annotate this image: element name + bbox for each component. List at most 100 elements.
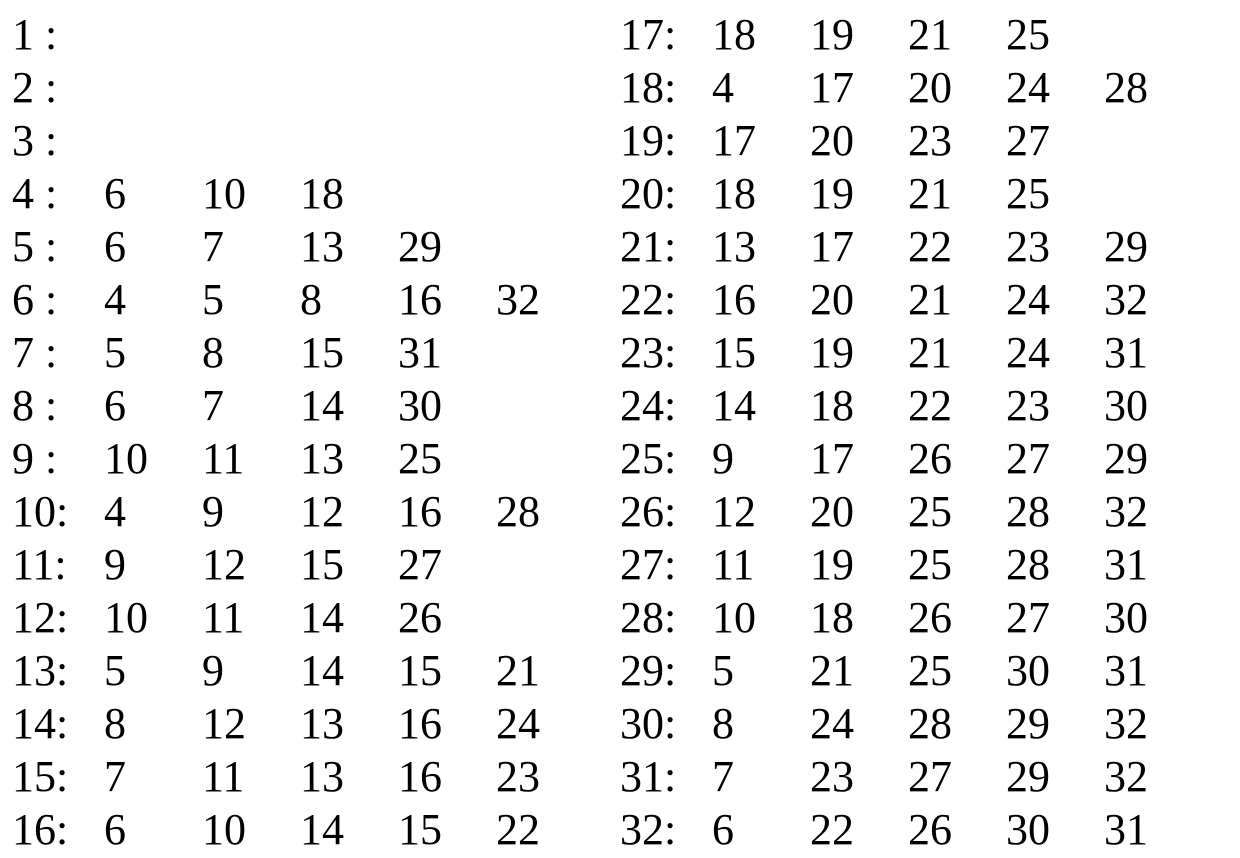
cell: 7: [202, 220, 300, 273]
row-label: 23:: [620, 326, 712, 379]
cell: 23: [496, 750, 594, 803]
cell: 12: [202, 538, 300, 591]
cell: 26: [908, 803, 1006, 856]
row-label: 7 :: [12, 326, 104, 379]
cell: 30: [1104, 591, 1202, 644]
cell: 7: [712, 750, 810, 803]
cell: 30: [1006, 803, 1104, 856]
cell: 25: [1006, 8, 1104, 61]
row-label: 12:: [12, 591, 104, 644]
table-row: 17: 18 19 21 25: [620, 8, 1228, 61]
cell: 17: [810, 220, 908, 273]
row-label: 20:: [620, 167, 712, 220]
cell: 6: [104, 167, 202, 220]
row-values: 17 20 23 27: [712, 114, 1104, 167]
row-label: 16:: [12, 803, 104, 856]
cell: 11: [202, 591, 300, 644]
row-values: 6 7 14 30: [104, 379, 496, 432]
cell: 30: [398, 379, 496, 432]
row-values: 6 22 26 30 31: [712, 803, 1202, 856]
cell: 28: [1104, 61, 1202, 114]
row-label: 30:: [620, 697, 712, 750]
table-row: 28: 10 18 26 27 30: [620, 591, 1228, 644]
cell: 5: [712, 644, 810, 697]
row-values: 11 19 25 28 31: [712, 538, 1202, 591]
row-values: 8 24 28 29 32: [712, 697, 1202, 750]
table-row: 24: 14 18 22 23 30: [620, 379, 1228, 432]
cell: 31: [1104, 644, 1202, 697]
table-row: 7 : 5 8 15 31: [12, 326, 620, 379]
cell: 30: [1006, 644, 1104, 697]
cell: 19: [810, 8, 908, 61]
cell: 9: [104, 538, 202, 591]
row-label: 26:: [620, 485, 712, 538]
cell: 21: [908, 273, 1006, 326]
cell: 24: [496, 697, 594, 750]
row-values: 10 18 26 27 30: [712, 591, 1202, 644]
cell: 19: [810, 538, 908, 591]
cell: 15: [712, 326, 810, 379]
row-values: 12 20 25 28 32: [712, 485, 1202, 538]
row-label: 25:: [620, 432, 712, 485]
cell: 16: [712, 273, 810, 326]
data-table-container: 1 : 2 : 3 : 4 : 6 10 18 5 : 6 7 13 29: [12, 8, 1228, 856]
cell: 6: [712, 803, 810, 856]
row-values: 14 18 22 23 30: [712, 379, 1202, 432]
cell: 8: [202, 326, 300, 379]
cell: 32: [1104, 485, 1202, 538]
cell: 14: [712, 379, 810, 432]
cell: 26: [398, 591, 496, 644]
cell: 25: [1006, 167, 1104, 220]
table-row: 26: 12 20 25 28 32: [620, 485, 1228, 538]
row-label: 11:: [12, 538, 104, 591]
table-row: 8 : 6 7 14 30: [12, 379, 620, 432]
table-row: 31: 7 23 27 29 32: [620, 750, 1228, 803]
cell: 25: [398, 432, 496, 485]
cell: 13: [300, 220, 398, 273]
row-label: 3 :: [12, 114, 104, 167]
cell: 31: [1104, 538, 1202, 591]
row-values: 6 10 14 15 22: [104, 803, 594, 856]
cell: 17: [810, 61, 908, 114]
cell: 28: [1006, 485, 1104, 538]
cell: 31: [1104, 803, 1202, 856]
cell: 22: [908, 379, 1006, 432]
row-label: 8 :: [12, 379, 104, 432]
row-values: 16 20 21 24 32: [712, 273, 1202, 326]
row-label: 14:: [12, 697, 104, 750]
row-values: 8 12 13 16 24: [104, 697, 594, 750]
row-label: 24:: [620, 379, 712, 432]
table-row: 10: 4 9 12 16 28: [12, 485, 620, 538]
row-values: 6 10 18: [104, 167, 398, 220]
row-label: 13:: [12, 644, 104, 697]
row-label: 2 :: [12, 61, 104, 114]
row-values: 4 5 8 16 32: [104, 273, 594, 326]
row-label: 19:: [620, 114, 712, 167]
table-row: 6 : 4 5 8 16 32: [12, 273, 620, 326]
row-label: 21:: [620, 220, 712, 273]
row-values: 5 8 15 31: [104, 326, 496, 379]
cell: 6: [104, 220, 202, 273]
cell: 17: [810, 432, 908, 485]
cell: 10: [202, 803, 300, 856]
table-row: 30: 8 24 28 29 32: [620, 697, 1228, 750]
cell: 20: [908, 61, 1006, 114]
cell: 9: [202, 485, 300, 538]
row-label: 15:: [12, 750, 104, 803]
row-values: 9 17 26 27 29: [712, 432, 1202, 485]
cell: 30: [1104, 379, 1202, 432]
cell: 6: [104, 803, 202, 856]
cell: 24: [810, 697, 908, 750]
cell: 21: [908, 8, 1006, 61]
left-column: 1 : 2 : 3 : 4 : 6 10 18 5 : 6 7 13 29: [12, 8, 620, 856]
row-values: 4 17 20 24 28: [712, 61, 1202, 114]
cell: 12: [712, 485, 810, 538]
cell: 16: [398, 697, 496, 750]
cell: 13: [300, 432, 398, 485]
cell: 22: [810, 803, 908, 856]
cell: 22: [496, 803, 594, 856]
row-label: 29:: [620, 644, 712, 697]
cell: 31: [1104, 326, 1202, 379]
cell: 11: [202, 432, 300, 485]
cell: 13: [300, 697, 398, 750]
